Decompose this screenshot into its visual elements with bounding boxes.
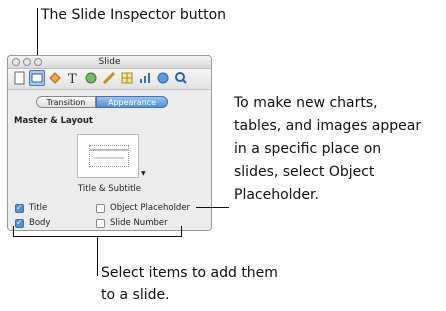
- title-checkbox-label: Title: [29, 203, 48, 213]
- callout-bracket-right: [181, 226, 182, 236]
- chart-icon[interactable]: [137, 70, 153, 86]
- table-icon[interactable]: [119, 70, 135, 86]
- callout-leader-inspector: [37, 8, 38, 56]
- callout-object-placeholder-line-5: Placeholder.: [234, 187, 319, 203]
- hyperlink-icon[interactable]: [155, 70, 171, 86]
- text-icon[interactable]: T: [65, 70, 81, 86]
- callout-select-items-line-1: Select items to add them: [101, 265, 278, 281]
- tab-appearance[interactable]: Appearance: [96, 96, 168, 108]
- window-title: Slide: [98, 57, 121, 67]
- quicktime-icon[interactable]: [173, 70, 189, 86]
- object-placeholder-label: Object Placeholder: [110, 203, 191, 213]
- inspector-toolbar: T: [8, 69, 211, 90]
- callout-object-placeholder-line-3: in a specific place on: [234, 141, 382, 157]
- callout-object-placeholder-line-4: slides, select Object: [234, 164, 375, 180]
- tab-segmented-control: Transition Appearance: [36, 96, 168, 108]
- thumbnail-subtitle-line: [94, 157, 124, 159]
- master-thumbnail[interactable]: [77, 134, 139, 178]
- window-titlebar: Slide: [8, 56, 211, 69]
- build-icon[interactable]: [47, 70, 63, 86]
- document-icon[interactable]: [11, 70, 27, 86]
- slide-inspector-button[interactable]: [29, 70, 45, 86]
- body-checkbox[interactable]: [15, 218, 24, 228]
- slide-inspector-window: Slide T Transition Appearance Master & L…: [7, 55, 212, 231]
- callout-object-placeholder-line-2: tables, and images appear: [234, 118, 422, 134]
- callout-leader-select-items: [97, 236, 98, 276]
- slide-number-label: Slide Number: [110, 218, 168, 228]
- master-popup-arrow-icon[interactable]: ▼: [141, 170, 146, 177]
- callout-select-items-line-2: to a slide.: [101, 287, 170, 303]
- callout-leader-object-placeholder: [196, 207, 229, 208]
- thumbnail-title-line: [90, 149, 128, 151]
- svg-text:T: T: [68, 72, 77, 86]
- metrics-icon[interactable]: [101, 70, 117, 86]
- graphic-icon[interactable]: [83, 70, 99, 86]
- thumbnail-title-box: [89, 145, 129, 167]
- callout-inspector-button: The Slide Inspector button: [41, 7, 227, 23]
- inspector-content: Transition Appearance Master & Layout ▼ …: [8, 90, 211, 230]
- body-checkbox-label: Body: [29, 218, 51, 228]
- callout-bracket-left: [13, 226, 14, 236]
- slide-number-checkbox[interactable]: [96, 219, 105, 228]
- tab-transition[interactable]: Transition: [36, 96, 96, 108]
- object-placeholder-checkbox[interactable]: [96, 204, 105, 213]
- master-layout-heading: Master & Layout: [14, 116, 93, 126]
- callout-object-placeholder-line-1: To make new charts,: [234, 95, 378, 111]
- master-name: Title & Subtitle: [77, 184, 142, 194]
- title-checkbox[interactable]: [15, 203, 24, 213]
